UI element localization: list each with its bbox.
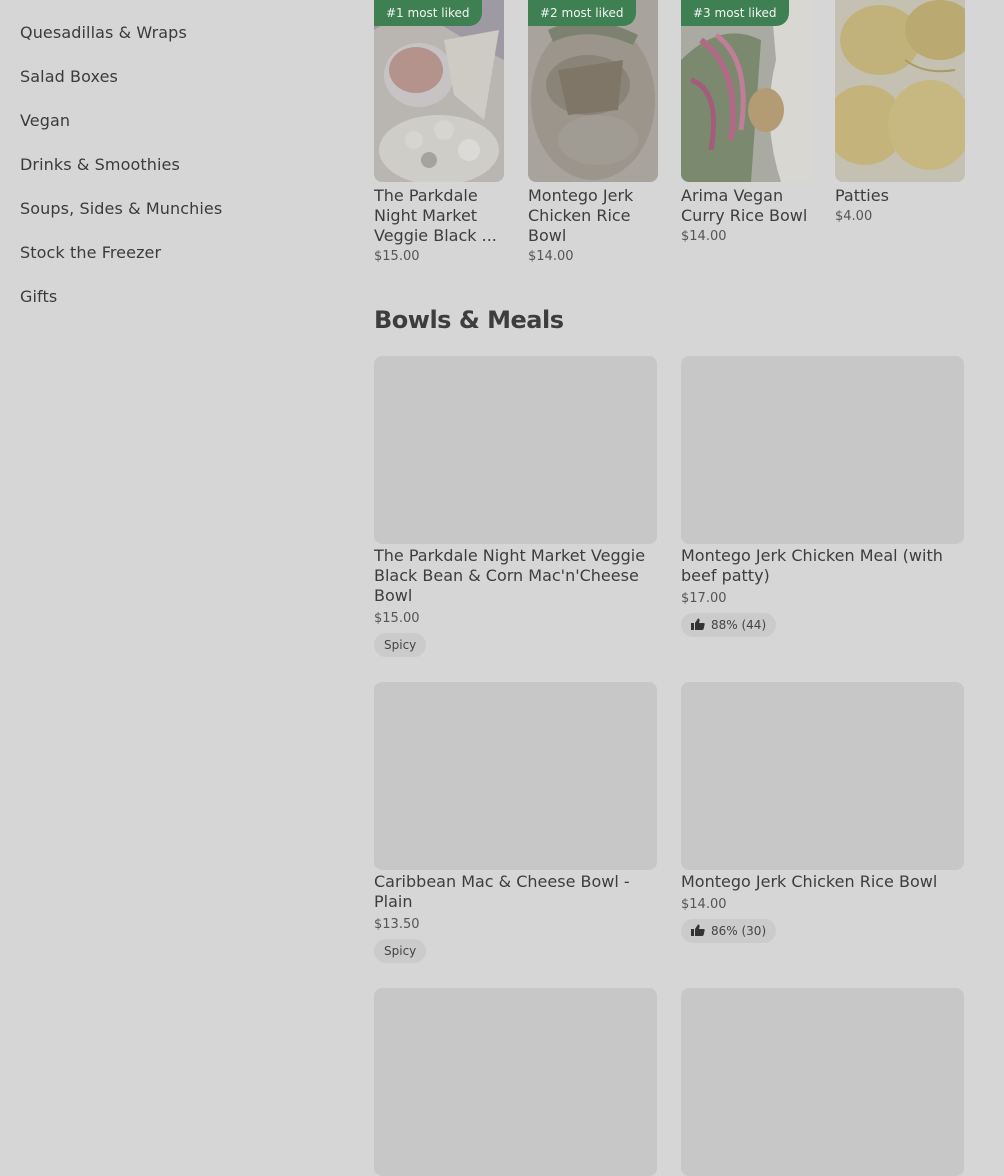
most-liked-badge: #1 most liked [374,0,482,26]
product-image-placeholder [681,988,964,1176]
most-liked-badge: #2 most liked [528,0,636,26]
product-title: The Parkdale Night Market Veggie Black B… [374,546,646,605]
featured-item-price: $14.00 [681,229,727,244]
most-liked-badge: #3 most liked [681,0,789,26]
featured-item-image [835,0,965,182]
featured-item-image [374,0,504,182]
thumbs-up-icon [691,618,705,630]
tag-label: Spicy [384,638,417,652]
food-photo [528,0,658,182]
sidebar-item-gifts[interactable]: Gifts [20,287,57,306]
food-photo [374,0,504,182]
featured-item-price: $4.00 [835,209,873,224]
spicy-tag: Spicy [374,633,427,657]
rating-label: 88% (44) [711,618,767,632]
food-photo [681,0,811,182]
sidebar-item-salad-boxes[interactable]: Salad Boxes [20,67,118,86]
featured-item-title: Montego Jerk Chicken Rice Bowl [528,186,634,245]
sidebar-item-soups-sides-munchies[interactable]: Soups, Sides & Munchies [20,199,222,218]
featured-item-image [681,0,811,182]
sidebar-item-stock-the-freezer[interactable]: Stock the Freezer [20,243,161,262]
rating-label: 86% (30) [711,924,767,938]
product-image-placeholder [374,988,657,1176]
product-price: $14.00 [681,897,727,912]
featured-item-title: Arima Vegan Curry Rice Bowl [681,186,808,225]
food-photo [835,0,965,182]
section-heading: Bowls & Meals [374,306,564,334]
sidebar-item-drinks-smoothies[interactable]: Drinks & Smoothies [20,155,180,174]
product-image-placeholder [374,356,657,544]
featured-item-price: $15.00 [374,249,420,264]
product-price: $15.00 [374,611,420,626]
spicy-tag: Spicy [374,939,427,963]
featured-item-title: Patties [835,186,889,205]
product-title: Caribbean Mac & Cheese Bowl - Plain [374,872,630,911]
sidebar-item-vegan[interactable]: Vegan [20,111,70,130]
sidebar-item-quesadillas-wraps[interactable]: Quesadillas & Wraps [20,23,187,42]
featured-item-image [528,0,658,182]
product-title: Montego Jerk Chicken Meal (with beef pat… [681,546,943,585]
product-image-placeholder [681,682,964,870]
thumbs-up-icon [691,924,705,936]
rating-badge: 88% (44) [681,613,777,637]
product-image-placeholder [374,682,657,870]
featured-item-title: The Parkdale Night Market Veggie Black .… [374,186,497,245]
product-title: Montego Jerk Chicken Rice Bowl [681,872,938,891]
rating-badge: 86% (30) [681,919,777,943]
product-price: $17.00 [681,591,727,606]
product-image-placeholder [681,356,964,544]
featured-item-price: $14.00 [528,249,574,264]
tag-label: Spicy [384,944,417,958]
product-price: $13.50 [374,917,420,932]
